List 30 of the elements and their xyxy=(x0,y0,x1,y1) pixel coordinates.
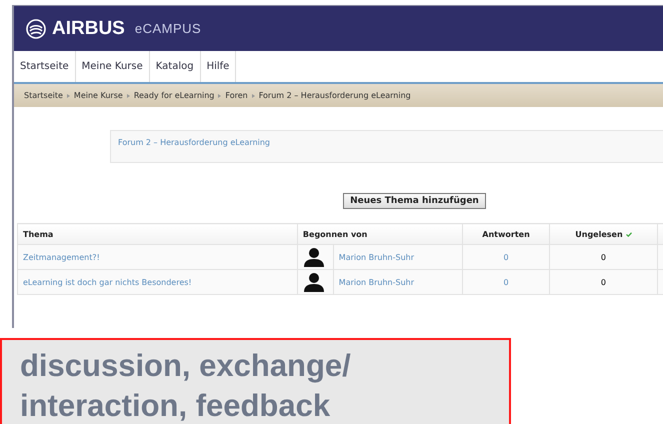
unread-count: 0 xyxy=(550,270,658,294)
breadcrumb-link[interactable]: Startseite xyxy=(24,91,63,100)
check-icon xyxy=(626,232,632,237)
separator-icon xyxy=(66,94,70,98)
breadcrumb-link[interactable]: Forum 2 – Herausforderung eLearning xyxy=(258,91,411,100)
column-header[interactable]: Ungelesen xyxy=(575,230,623,238)
breadcrumb-link[interactable]: Foren xyxy=(225,91,248,100)
nav-link[interactable]: Katalog xyxy=(150,51,201,82)
avatar-icon xyxy=(302,272,325,292)
nav-link[interactable]: Meine Kurse xyxy=(76,51,150,82)
forum-title: Forum 2 – Herausforderung eLearning xyxy=(118,138,270,147)
brand-name: AIRBUS xyxy=(52,18,125,40)
column-header[interactable]: Thema xyxy=(18,224,298,244)
unread-count: 0 xyxy=(550,244,658,270)
separator-icon xyxy=(126,94,130,98)
product-name: eCAMPUS xyxy=(134,21,202,36)
avatar-icon xyxy=(302,247,325,267)
column-header[interactable]: Begonnen von xyxy=(297,224,462,244)
separator-icon xyxy=(252,94,255,98)
author-link[interactable]: Marion Bruhn-Suhr xyxy=(333,244,462,270)
separator-icon xyxy=(218,94,222,98)
callout-text: discussion, exchange/ interaction, feedback xyxy=(20,347,352,424)
nav-link[interactable]: Startseite xyxy=(14,51,76,82)
author-link[interactable]: Marion Bruhn-Suhr xyxy=(333,270,462,294)
column-header[interactable]: Antworten xyxy=(462,224,550,244)
breadcrumb-link[interactable]: Meine Kurse xyxy=(74,91,123,100)
breadcrumb-link[interactable]: Ready for eLearning xyxy=(134,91,214,100)
add-topic-button[interactable]: Neues Thema hinzufügen xyxy=(343,193,486,209)
nav-link[interactable]: Hilfe xyxy=(200,51,236,82)
logo-icon xyxy=(26,18,46,38)
